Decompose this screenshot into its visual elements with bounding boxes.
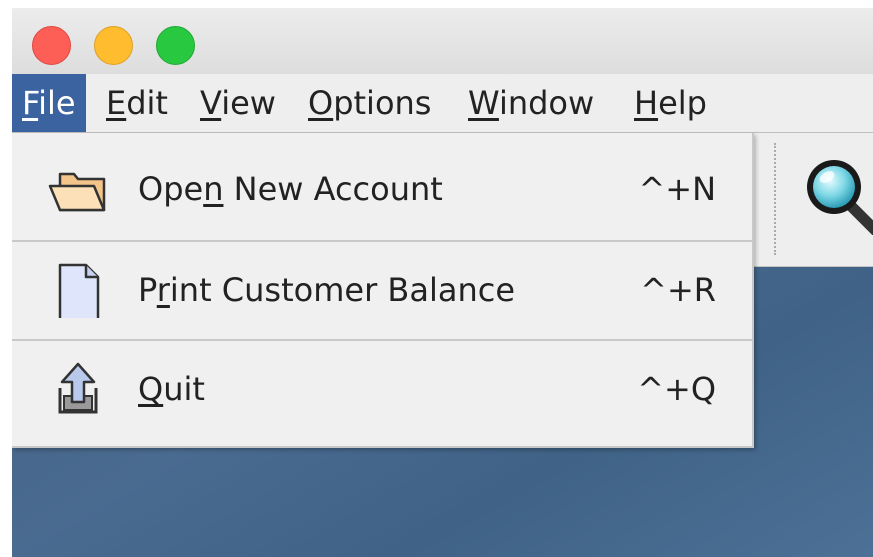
menu-item-print-customer-balance[interactable]: Print Customer Balance ^+R [12,242,752,339]
menu-help-mnemonic: H [634,84,659,122]
label-text: int Customer Balance [169,271,516,309]
menu-item-shortcut: ^+R [640,271,716,309]
menu-item-shortcut: ^+N [638,170,716,208]
menu-item-label: Print Customer Balance [138,242,515,339]
menu-help-label: elp [658,84,707,122]
label-text: uit [163,370,205,408]
application-window: File Edit View Options Window Help Open … [12,8,873,557]
menu-window-mnemonic: W [468,84,499,122]
menu-item-label: Open New Account [138,141,443,238]
document-icon [58,263,100,318]
label-mnemonic: r [156,271,170,309]
menu-item-quit[interactable]: Quit ^+Q [12,341,752,438]
label-text: P [138,271,157,309]
title-bar [12,8,873,74]
menu-window-label: indow [498,84,595,122]
file-menu-dropdown: Open New Account ^+N Print Customer Bala… [12,133,754,448]
label-mnemonic: Q [138,370,164,408]
menu-bar: File Edit View Options Window Help [12,74,873,133]
menu-file-mnemonic: F [22,84,39,122]
zoom-window-button[interactable] [156,26,195,65]
exit-upload-icon [58,362,98,414]
menu-options[interactable]: Options [308,74,431,132]
menu-item-open-new-account[interactable]: Open New Account ^+N [12,141,752,238]
menu-item-label: Quit [138,341,205,438]
menu-file[interactable]: File [12,74,86,132]
menu-file-label: ile [38,84,76,122]
menu-item-shortcut: ^+Q [637,370,716,408]
menu-options-label: ptions [333,84,432,122]
label-text: New Account [223,170,443,208]
menu-edit-mnemonic: E [106,84,127,122]
menu-edit-label: dit [126,84,168,122]
toolbar [752,133,873,267]
label-mnemonic: n [203,170,224,208]
toolbar-separator [774,143,776,255]
folder-icon [48,172,106,212]
minimize-window-button[interactable] [94,26,133,65]
menu-edit[interactable]: Edit [106,74,168,132]
menu-view[interactable]: View [200,74,276,132]
close-window-button[interactable] [32,26,71,65]
menu-view-label: iew [221,84,276,122]
menu-window[interactable]: Window [468,74,594,132]
menu-view-mnemonic: V [200,84,222,122]
menu-help[interactable]: Help [634,74,707,132]
label-text: Ope [138,170,204,208]
menu-options-mnemonic: O [308,84,334,122]
magnifier-icon[interactable] [802,155,873,235]
